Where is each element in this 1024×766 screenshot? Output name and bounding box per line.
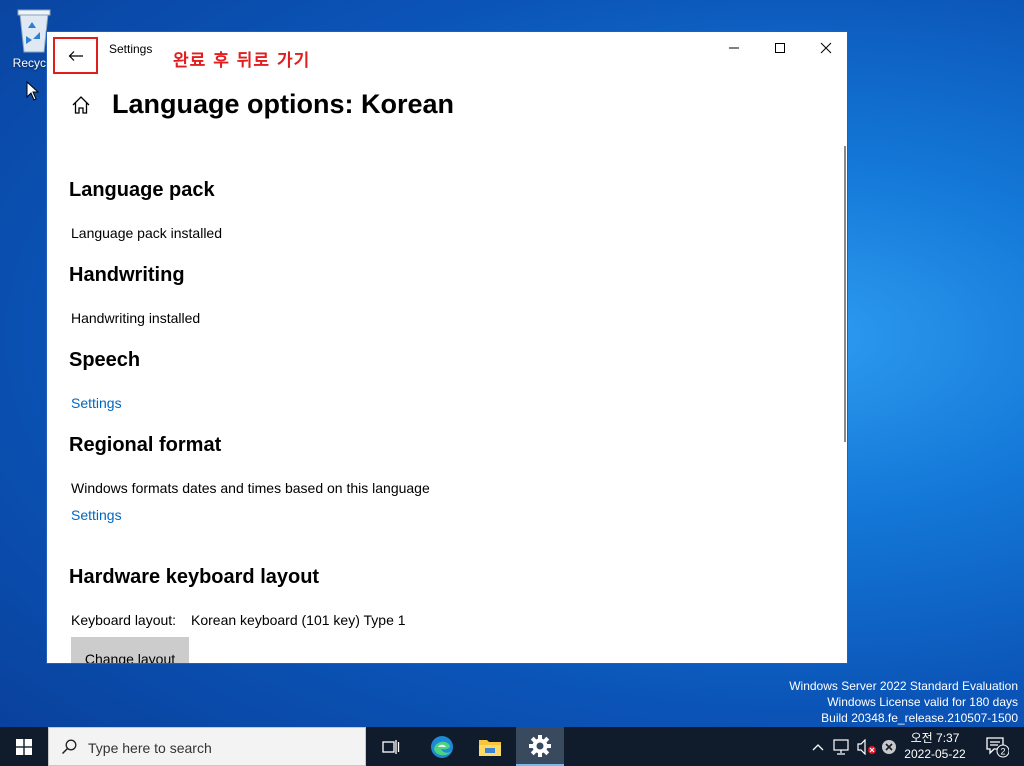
language-pack-heading: Language pack bbox=[69, 179, 215, 201]
chevron-up-icon bbox=[812, 743, 824, 750]
network-tray-button[interactable] bbox=[830, 727, 852, 766]
task-view-icon bbox=[382, 739, 400, 754]
taskbar-search-box[interactable]: Type here to search bbox=[48, 727, 366, 766]
keyboard-layout-heading: Hardware keyboard layout bbox=[69, 566, 320, 588]
task-view-button[interactable] bbox=[367, 727, 415, 766]
notification-center-button[interactable]: 2 bbox=[978, 727, 1016, 766]
speech-settings-link[interactable]: Settings bbox=[71, 395, 122, 411]
watermark-line-1: Windows Server 2022 Standard Evaluation bbox=[789, 679, 1018, 693]
minimize-icon bbox=[729, 47, 739, 49]
error-tray-button[interactable] bbox=[879, 727, 899, 766]
title-bar: Settings 완료 후 뒤로 가기 bbox=[47, 32, 847, 74]
scrollbar[interactable] bbox=[844, 146, 846, 442]
language-pack-status: Language pack installed bbox=[71, 225, 223, 241]
settings-window: Settings 완료 후 뒤로 가기 Language options: Ko… bbox=[46, 31, 848, 664]
close-button[interactable] bbox=[803, 32, 847, 64]
back-button[interactable] bbox=[53, 37, 98, 74]
maximize-button[interactable] bbox=[757, 32, 803, 64]
network-icon bbox=[833, 738, 849, 755]
handwriting-status: Handwriting installed bbox=[71, 310, 201, 326]
start-icon bbox=[16, 738, 32, 755]
taskbar-clock[interactable]: 오전 7:37 2022-05-22 bbox=[900, 730, 970, 762]
back-arrow-icon bbox=[68, 50, 83, 61]
watermark-line-2: Windows License valid for 180 days bbox=[827, 695, 1018, 709]
volume-tray-button[interactable] bbox=[855, 727, 879, 766]
volume-muted-icon bbox=[857, 738, 876, 755]
handwriting-heading: Handwriting bbox=[69, 264, 185, 286]
file-explorer-icon bbox=[479, 739, 501, 756]
evaluation-watermark: Windows Server 2022 Standard Evaluation … bbox=[789, 678, 1018, 726]
speech-heading: Speech bbox=[69, 349, 141, 371]
edge-taskbar-button[interactable] bbox=[418, 727, 466, 766]
window-title: Settings bbox=[109, 42, 153, 56]
close-icon bbox=[820, 42, 832, 54]
change-layout-button[interactable]: Change layout bbox=[71, 637, 189, 663]
file-explorer-taskbar-button[interactable] bbox=[466, 727, 514, 766]
maximize-icon bbox=[775, 43, 785, 53]
watermark-line-3: Build 20348.fe_release.210507-1500 bbox=[821, 711, 1018, 725]
start-button[interactable] bbox=[0, 727, 48, 766]
keyboard-layout-value: Korean keyboard (101 key) Type 1 bbox=[191, 612, 406, 628]
edge-icon bbox=[431, 735, 453, 758]
home-icon[interactable] bbox=[71, 95, 91, 115]
minimize-button[interactable] bbox=[711, 32, 757, 64]
annotation-text: 완료 후 뒤로 가기 bbox=[173, 51, 311, 71]
search-icon bbox=[61, 739, 77, 755]
keyboard-layout-label: Keyboard layout: bbox=[71, 612, 177, 628]
notification-count: 2 bbox=[1000, 746, 1005, 756]
mouse-cursor-icon bbox=[26, 81, 40, 101]
clock-date: 2022-05-22 bbox=[904, 747, 966, 761]
settings-icon bbox=[529, 734, 551, 757]
page-title: Language options: Korean bbox=[112, 89, 455, 119]
taskbar: Type here to search 오전 7:37 2022-05-22 2 bbox=[0, 727, 1024, 766]
show-hidden-icons-button[interactable] bbox=[808, 727, 828, 766]
search-placeholder: Type here to search bbox=[88, 740, 212, 756]
settings-taskbar-button[interactable] bbox=[516, 727, 564, 766]
clock-time: 오전 7:37 bbox=[910, 731, 960, 745]
error-circle-icon bbox=[882, 739, 896, 754]
notification-icon: 2 bbox=[986, 736, 1009, 757]
regional-format-description: Windows formats dates and times based on… bbox=[71, 480, 430, 496]
regional-format-settings-link[interactable]: Settings bbox=[71, 507, 122, 523]
regional-format-heading: Regional format bbox=[69, 434, 222, 456]
